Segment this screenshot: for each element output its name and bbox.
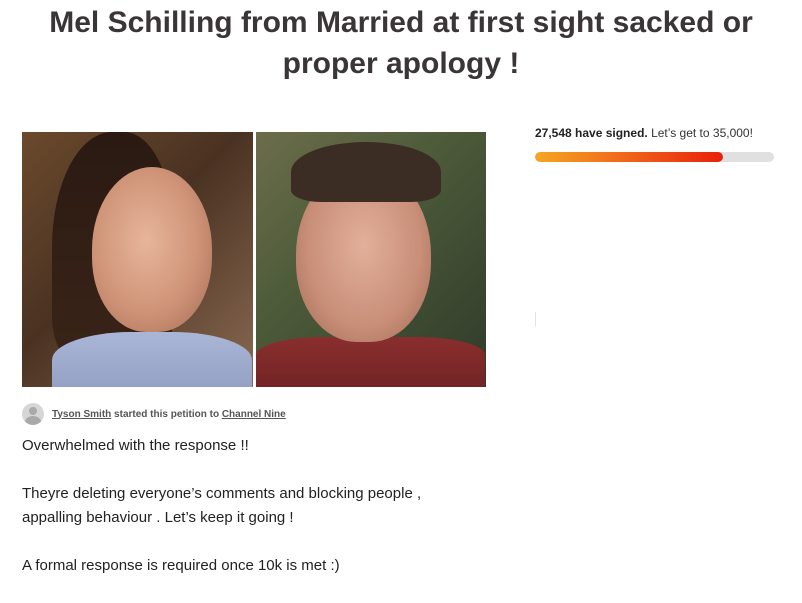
petition-body: Overwhelmed with the response !! Theyre … [22, 434, 492, 578]
hair-shape [290, 142, 441, 202]
signature-count: 27,548 have signed. Let’s get to 35,000! [535, 125, 775, 141]
petition-target-link[interactable]: Channel Nine [222, 409, 286, 420]
face-shape [92, 167, 212, 332]
starter-middle-text: started this petition to [114, 408, 220, 420]
hero-photo-woman [22, 132, 253, 387]
body-paragraph: Overwhelmed with the response !! [22, 437, 249, 454]
user-avatar-placeholder-icon[interactable] [22, 403, 44, 425]
body-paragraph: A formal response is required once 10k i… [22, 557, 340, 574]
hero-photo-man [255, 132, 486, 387]
starter-name-link[interactable]: Tyson Smith [52, 409, 111, 420]
signature-progress-fill [535, 152, 724, 162]
body-paragraph: appalling behaviour . Let’s keep it goin… [22, 509, 294, 526]
signature-sidebar: 27,548 have signed. Let’s get to 35,000! [535, 125, 775, 162]
petition-starter: Tyson Smith started this petition to Cha… [22, 403, 286, 425]
shirt-shape [255, 337, 485, 387]
signed-count-text: 27,548 have signed. [535, 126, 648, 140]
goal-text: Let’s get to 35,000! [651, 126, 753, 140]
sign-form-placeholder [535, 312, 736, 326]
signature-progress-bar [535, 152, 774, 162]
petition-page: Mel Schilling from Married at first sigh… [0, 0, 802, 603]
petition-title: Mel Schilling from Married at first sigh… [49, 6, 753, 80]
shirt-shape [52, 332, 252, 387]
petition-hero-image [22, 132, 486, 387]
body-paragraph: Theyre deleting everyone’s comments and … [22, 485, 422, 502]
